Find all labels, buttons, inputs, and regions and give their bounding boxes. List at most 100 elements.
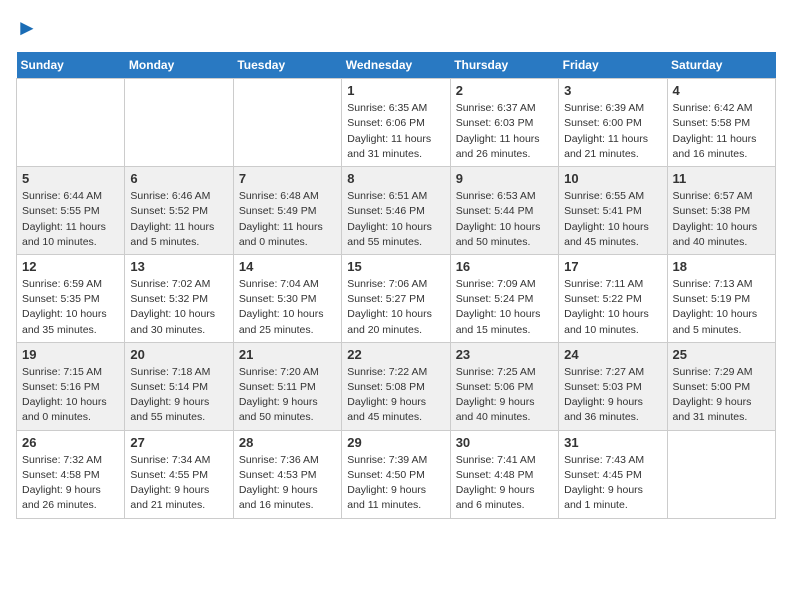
day-number: 6 xyxy=(130,171,227,186)
calendar-cell: 3 Sunrise: 6:39 AM Sunset: 6:00 PM Daylig… xyxy=(559,79,667,167)
header-tuesday: Tuesday xyxy=(233,52,341,79)
day-number: 1 xyxy=(347,83,444,98)
day-info: Sunrise: 7:18 AM Sunset: 5:14 PM Dayligh… xyxy=(130,365,227,426)
day-number: 13 xyxy=(130,259,227,274)
calendar-cell: 28 Sunrise: 7:36 AM Sunset: 4:53 PM Dayli… xyxy=(233,430,341,518)
day-info: Sunrise: 6:37 AM Sunset: 6:03 PM Dayligh… xyxy=(456,101,553,162)
day-info: Sunrise: 7:25 AM Sunset: 5:06 PM Dayligh… xyxy=(456,365,553,426)
day-number: 7 xyxy=(239,171,336,186)
day-number: 3 xyxy=(564,83,661,98)
day-info: Sunrise: 6:51 AM Sunset: 5:46 PM Dayligh… xyxy=(347,189,444,250)
calendar-cell: 1Sunrise: 6:35 AM Sunset: 6:06 PM Daylig… xyxy=(342,79,450,167)
day-number: 26 xyxy=(22,435,119,450)
calendar-cell: 23 Sunrise: 7:25 AM Sunset: 5:06 PM Dayli… xyxy=(450,342,558,430)
day-info: Sunrise: 7:04 AM Sunset: 5:30 PM Dayligh… xyxy=(239,277,336,338)
header-monday: Monday xyxy=(125,52,233,79)
calendar-cell: 7 Sunrise: 6:48 AM Sunset: 5:49 PM Daylig… xyxy=(233,167,341,255)
calendar-cell: 26 Sunrise: 7:32 AM Sunset: 4:58 PM Dayli… xyxy=(17,430,125,518)
day-info: Sunrise: 7:06 AM Sunset: 5:27 PM Dayligh… xyxy=(347,277,444,338)
day-info: Sunrise: 7:34 AM Sunset: 4:55 PM Dayligh… xyxy=(130,453,227,514)
day-number: 23 xyxy=(456,347,553,362)
calendar-cell: 16 Sunrise: 7:09 AM Sunset: 5:24 PM Dayli… xyxy=(450,254,558,342)
day-number: 9 xyxy=(456,171,553,186)
day-number: 20 xyxy=(130,347,227,362)
day-number: 28 xyxy=(239,435,336,450)
day-number: 5 xyxy=(22,171,119,186)
day-number: 25 xyxy=(673,347,770,362)
header-wednesday: Wednesday xyxy=(342,52,450,79)
day-number: 16 xyxy=(456,259,553,274)
day-number: 30 xyxy=(456,435,553,450)
calendar-cell: 17 Sunrise: 7:11 AM Sunset: 5:22 PM Dayli… xyxy=(559,254,667,342)
calendar-cell: 13 Sunrise: 7:02 AM Sunset: 5:32 PM Dayli… xyxy=(125,254,233,342)
calendar-cell: 11Sunrise: 6:57 AM Sunset: 5:38 PM Dayli… xyxy=(667,167,775,255)
day-number: 17 xyxy=(564,259,661,274)
day-info: Sunrise: 7:13 AM Sunset: 5:19 PM Dayligh… xyxy=(673,277,770,338)
day-info: Sunrise: 6:53 AM Sunset: 5:44 PM Dayligh… xyxy=(456,189,553,250)
day-info: Sunrise: 7:29 AM Sunset: 5:00 PM Dayligh… xyxy=(673,365,770,426)
day-info: Sunrise: 6:57 AM Sunset: 5:38 PM Dayligh… xyxy=(673,189,770,250)
day-info: Sunrise: 6:59 AM Sunset: 5:35 PM Dayligh… xyxy=(22,277,119,338)
header-sunday: Sunday xyxy=(17,52,125,79)
calendar-week-3: 12Sunrise: 6:59 AM Sunset: 5:35 PM Dayli… xyxy=(17,254,776,342)
day-info: Sunrise: 7:36 AM Sunset: 4:53 PM Dayligh… xyxy=(239,453,336,514)
day-number: 29 xyxy=(347,435,444,450)
day-number: 8 xyxy=(347,171,444,186)
day-number: 4 xyxy=(673,83,770,98)
day-info: Sunrise: 7:20 AM Sunset: 5:11 PM Dayligh… xyxy=(239,365,336,426)
day-info: Sunrise: 7:15 AM Sunset: 5:16 PM Dayligh… xyxy=(22,365,119,426)
calendar-cell: 8 Sunrise: 6:51 AM Sunset: 5:46 PM Daylig… xyxy=(342,167,450,255)
header-saturday: Saturday xyxy=(667,52,775,79)
calendar-cell xyxy=(233,79,341,167)
day-info: Sunrise: 6:42 AM Sunset: 5:58 PM Dayligh… xyxy=(673,101,770,162)
calendar-cell: 5 Sunrise: 6:44 AM Sunset: 5:55 PM Daylig… xyxy=(17,167,125,255)
page-header: ► xyxy=(16,16,776,40)
calendar-cell xyxy=(125,79,233,167)
day-number: 14 xyxy=(239,259,336,274)
calendar-cell: 6Sunrise: 6:46 AM Sunset: 5:52 PM Daylig… xyxy=(125,167,233,255)
day-info: Sunrise: 6:48 AM Sunset: 5:49 PM Dayligh… xyxy=(239,189,336,250)
calendar-cell: 4 Sunrise: 6:42 AM Sunset: 5:58 PM Daylig… xyxy=(667,79,775,167)
day-info: Sunrise: 7:11 AM Sunset: 5:22 PM Dayligh… xyxy=(564,277,661,338)
calendar-cell: 22 Sunrise: 7:22 AM Sunset: 5:08 PM Dayli… xyxy=(342,342,450,430)
day-number: 22 xyxy=(347,347,444,362)
day-number: 2 xyxy=(456,83,553,98)
calendar-cell: 14 Sunrise: 7:04 AM Sunset: 5:30 PM Dayli… xyxy=(233,254,341,342)
header-friday: Friday xyxy=(559,52,667,79)
day-number: 19 xyxy=(22,347,119,362)
calendar-cell: 27 Sunrise: 7:34 AM Sunset: 4:55 PM Dayli… xyxy=(125,430,233,518)
day-number: 27 xyxy=(130,435,227,450)
header-thursday: Thursday xyxy=(450,52,558,79)
day-number: 10 xyxy=(564,171,661,186)
calendar-cell: 18 Sunrise: 7:13 AM Sunset: 5:19 PM Dayli… xyxy=(667,254,775,342)
day-info: Sunrise: 6:55 AM Sunset: 5:41 PM Dayligh… xyxy=(564,189,661,250)
day-number: 24 xyxy=(564,347,661,362)
calendar-cell xyxy=(667,430,775,518)
day-info: Sunrise: 7:27 AM Sunset: 5:03 PM Dayligh… xyxy=(564,365,661,426)
day-number: 31 xyxy=(564,435,661,450)
day-info: Sunrise: 6:39 AM Sunset: 6:00 PM Dayligh… xyxy=(564,101,661,162)
calendar-week-2: 5 Sunrise: 6:44 AM Sunset: 5:55 PM Daylig… xyxy=(17,167,776,255)
calendar-week-5: 26 Sunrise: 7:32 AM Sunset: 4:58 PM Dayli… xyxy=(17,430,776,518)
calendar-cell: 15 Sunrise: 7:06 AM Sunset: 5:27 PM Dayli… xyxy=(342,254,450,342)
calendar-cell: 24 Sunrise: 7:27 AM Sunset: 5:03 PM Dayli… xyxy=(559,342,667,430)
calendar-cell: 31Sunrise: 7:43 AM Sunset: 4:45 PM Dayli… xyxy=(559,430,667,518)
calendar-header-row: SundayMondayTuesdayWednesdayThursdayFrid… xyxy=(17,52,776,79)
calendar-cell: 20 Sunrise: 7:18 AM Sunset: 5:14 PM Dayli… xyxy=(125,342,233,430)
day-info: Sunrise: 7:02 AM Sunset: 5:32 PM Dayligh… xyxy=(130,277,227,338)
calendar-cell: 25 Sunrise: 7:29 AM Sunset: 5:00 PM Dayli… xyxy=(667,342,775,430)
day-info: Sunrise: 6:44 AM Sunset: 5:55 PM Dayligh… xyxy=(22,189,119,250)
calendar-cell: 29Sunrise: 7:39 AM Sunset: 4:50 PM Dayli… xyxy=(342,430,450,518)
day-info: Sunrise: 7:32 AM Sunset: 4:58 PM Dayligh… xyxy=(22,453,119,514)
calendar-cell: 2 Sunrise: 6:37 AM Sunset: 6:03 PM Daylig… xyxy=(450,79,558,167)
logo: ► xyxy=(16,16,38,40)
calendar-cell: 9 Sunrise: 6:53 AM Sunset: 5:44 PM Daylig… xyxy=(450,167,558,255)
day-number: 18 xyxy=(673,259,770,274)
day-info: Sunrise: 7:22 AM Sunset: 5:08 PM Dayligh… xyxy=(347,365,444,426)
calendar-cell: 10 Sunrise: 6:55 AM Sunset: 5:41 PM Dayli… xyxy=(559,167,667,255)
calendar-cell: 30Sunrise: 7:41 AM Sunset: 4:48 PM Dayli… xyxy=(450,430,558,518)
calendar-cell: 21Sunrise: 7:20 AM Sunset: 5:11 PM Dayli… xyxy=(233,342,341,430)
calendar-week-1: 1Sunrise: 6:35 AM Sunset: 6:06 PM Daylig… xyxy=(17,79,776,167)
day-number: 15 xyxy=(347,259,444,274)
day-info: Sunrise: 7:09 AM Sunset: 5:24 PM Dayligh… xyxy=(456,277,553,338)
